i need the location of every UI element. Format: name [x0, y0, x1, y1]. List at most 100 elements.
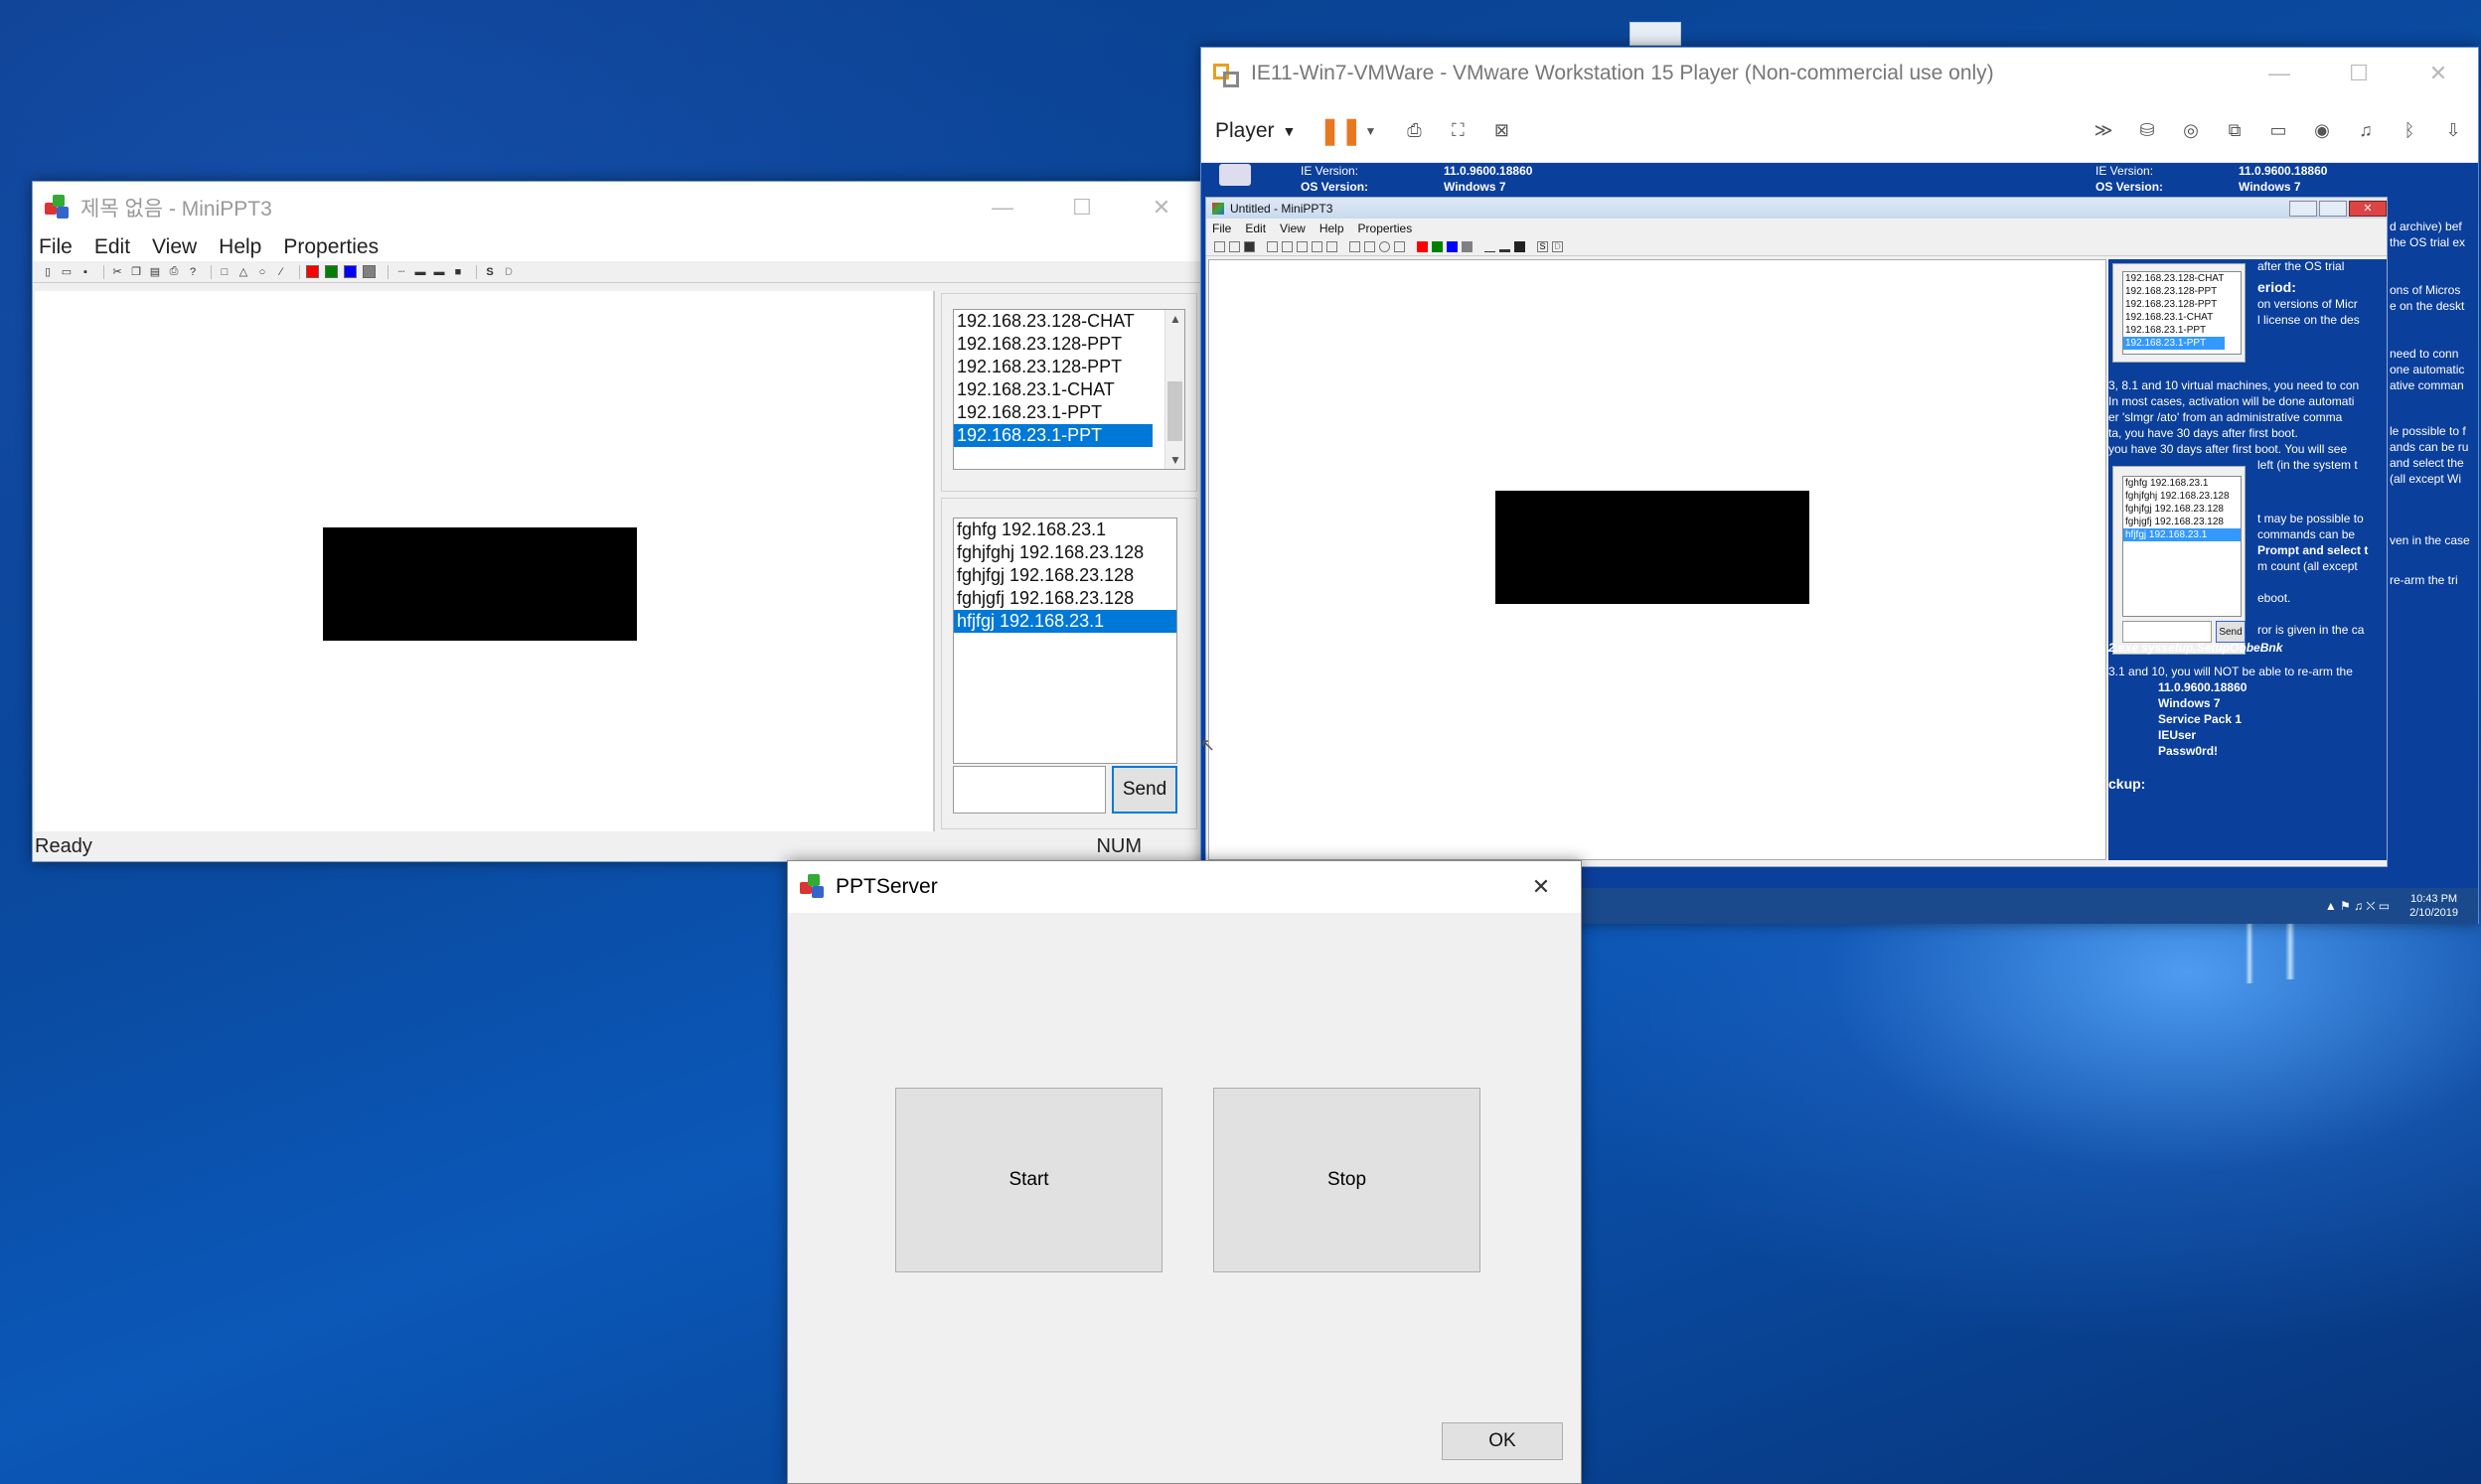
- stop-button[interactable]: Stop: [1213, 1088, 1480, 1272]
- red-color-swatch[interactable]: [306, 265, 319, 278]
- close-button[interactable]: ✕: [1501, 861, 1581, 913]
- close-button[interactable]: ✕: [1122, 182, 1201, 233]
- menu-properties[interactable]: Properties: [283, 235, 379, 259]
- list-item[interactable]: 192.168.23.128-PPT: [954, 333, 1184, 356]
- copy-icon[interactable]: ❐: [129, 265, 143, 279]
- usb-icon[interactable]: ◉: [2307, 117, 2337, 145]
- list-item[interactable]: 192.168.23.128-CHAT: [954, 310, 1184, 333]
- tray-icons[interactable]: ▲ ⚑ ♫ ⛌ ▭: [2325, 899, 2390, 914]
- new-file-icon[interactable]: [1214, 241, 1225, 252]
- medium-line-icon[interactable]: [1499, 241, 1510, 252]
- inner-drawing-canvas[interactable]: [1208, 259, 2106, 860]
- list-item[interactable]: 192.168.23.128-PPT: [954, 356, 1184, 378]
- list-item[interactable]: fghjfgj 192.168.23.128: [2123, 503, 2241, 516]
- triangle-tool-icon[interactable]: [1364, 241, 1375, 252]
- menu-properties[interactable]: Properties: [1358, 222, 1413, 235]
- list-item[interactable]: 192.168.23.128-PPT: [2123, 285, 2241, 298]
- list-item[interactable]: 192.168.23.1-CHAT: [2123, 311, 2241, 324]
- send-button[interactable]: Send: [1112, 766, 1177, 814]
- save-icon[interactable]: [1244, 241, 1255, 252]
- inner-connections-list[interactable]: 192.168.23.128-CHAT 192.168.23.128-PPT 1…: [2122, 271, 2242, 355]
- scroll-up-arrow-icon[interactable]: ▲: [1165, 312, 1184, 326]
- ellipse-tool-icon[interactable]: [1379, 241, 1390, 252]
- close-button[interactable]: ✕: [2349, 200, 2387, 217]
- thicker-line-icon[interactable]: ■: [451, 265, 465, 279]
- rectangle-tool-icon[interactable]: [1349, 241, 1360, 252]
- d-tool-icon[interactable]: D: [502, 265, 516, 279]
- copy-icon[interactable]: [1282, 241, 1293, 252]
- close-button[interactable]: ✕: [2399, 48, 2478, 99]
- list-item[interactable]: fghfg 192.168.23.1: [2123, 477, 2241, 490]
- blue-color-swatch[interactable]: [1447, 241, 1458, 252]
- maximize-button[interactable]: ☐: [1042, 182, 1122, 233]
- maximize-button[interactable]: [2319, 200, 2347, 217]
- connections-list[interactable]: 192.168.23.128-CHAT 192.168.23.128-PPT 1…: [953, 309, 1185, 470]
- maximize-button[interactable]: ☐: [2319, 48, 2399, 99]
- desktop-icon[interactable]: [1629, 22, 1681, 46]
- s-tool-icon[interactable]: S: [483, 265, 497, 279]
- save-icon[interactable]: ▪: [78, 265, 92, 279]
- new-file-icon[interactable]: ▯: [41, 265, 55, 279]
- recycle-bin-icon[interactable]: [1219, 164, 1251, 186]
- inner-message-input[interactable]: [2122, 621, 2212, 643]
- scrollbar[interactable]: ▲ ▼: [1164, 310, 1184, 469]
- vm-guest-screen[interactable]: IE Version: OS Version: 11.0.9600.18860 …: [1201, 164, 2478, 924]
- help-icon[interactable]: ?: [186, 265, 200, 279]
- list-item[interactable]: 192.168.23.128-CHAT: [2123, 272, 2241, 285]
- printer-icon[interactable]: ▭: [2263, 117, 2293, 145]
- messages-list[interactable]: fghfg 192.168.23.1 fghjfghj 192.168.23.1…: [953, 518, 1177, 764]
- rectangle-tool-icon[interactable]: □: [218, 265, 232, 279]
- scroll-thumb[interactable]: [1167, 381, 1182, 441]
- menu-file[interactable]: File: [39, 235, 73, 259]
- s-tool-icon[interactable]: S: [1537, 241, 1548, 252]
- gray-color-swatch[interactable]: [363, 265, 376, 278]
- green-color-swatch[interactable]: [325, 265, 338, 278]
- more-devices-icon[interactable]: ≫: [2089, 117, 2118, 145]
- message-input[interactable]: [953, 766, 1106, 814]
- list-item[interactable]: fghjfghj 192.168.23.128: [2123, 490, 2241, 503]
- blue-color-swatch[interactable]: [344, 265, 357, 278]
- list-item[interactable]: fghjgfj 192.168.23.128: [954, 587, 1176, 610]
- ok-button[interactable]: OK: [1442, 1422, 1563, 1460]
- list-item[interactable]: fghjfghj 192.168.23.128: [954, 541, 1176, 564]
- list-item-selected[interactable]: 192.168.23.1-PPT: [954, 424, 1153, 447]
- help-icon[interactable]: [1326, 241, 1337, 252]
- red-color-swatch[interactable]: [1417, 241, 1428, 252]
- cd-drive-icon[interactable]: ◎: [2176, 117, 2206, 145]
- list-item[interactable]: 192.168.23.1-PPT: [954, 401, 1184, 424]
- menu-help[interactable]: Help: [1319, 222, 1344, 235]
- paste-icon[interactable]: [1297, 241, 1308, 252]
- list-item-selected[interactable]: hfjfgj 192.168.23.1: [954, 610, 1176, 633]
- triangle-tool-icon[interactable]: △: [236, 265, 250, 279]
- list-item[interactable]: 192.168.23.1-PPT: [2123, 324, 2241, 337]
- menu-view[interactable]: View: [152, 235, 197, 259]
- thin-line-icon[interactable]: ┈: [394, 265, 408, 279]
- list-item[interactable]: 192.168.23.128-PPT: [2123, 298, 2241, 311]
- minimize-button[interactable]: —: [2240, 48, 2319, 99]
- minimize-button[interactable]: —: [963, 182, 1042, 233]
- gray-color-swatch[interactable]: [1462, 241, 1473, 252]
- cut-icon[interactable]: ✂: [110, 265, 124, 279]
- paste-icon[interactable]: ▤: [148, 265, 162, 279]
- scroll-down-arrow-icon[interactable]: ▼: [1165, 453, 1184, 467]
- bluetooth-icon[interactable]: ᛒ: [2395, 117, 2424, 145]
- sound-icon[interactable]: ♫: [2351, 117, 2381, 145]
- pause-icon[interactable]: ❚❚: [1319, 115, 1363, 145]
- download-icon[interactable]: ⇩: [2438, 117, 2468, 145]
- thick-line-icon[interactable]: ▬: [432, 265, 446, 279]
- menu-edit[interactable]: Edit: [94, 235, 130, 259]
- list-item[interactable]: 192.168.23.1-CHAT: [954, 378, 1184, 401]
- thick-line-icon[interactable]: [1514, 241, 1525, 252]
- menu-view[interactable]: View: [1280, 222, 1306, 235]
- start-button[interactable]: Start: [895, 1088, 1163, 1272]
- medium-line-icon[interactable]: ▬: [413, 265, 427, 279]
- inner-messages-list[interactable]: fghfg 192.168.23.1 fghjfghj 192.168.23.1…: [2122, 476, 2242, 617]
- network-icon[interactable]: ⧉: [2220, 117, 2249, 145]
- list-item[interactable]: fghjgfj 192.168.23.128: [2123, 516, 2241, 528]
- list-item-selected[interactable]: 192.168.23.1-PPT: [2123, 337, 2225, 350]
- inner-send-button[interactable]: Send: [2216, 621, 2246, 643]
- menu-help[interactable]: Help: [219, 235, 261, 259]
- unity-icon[interactable]: ⊠: [1486, 117, 1516, 145]
- cut-icon[interactable]: [1267, 241, 1278, 252]
- hard-disk-icon[interactable]: ⛁: [2132, 117, 2162, 145]
